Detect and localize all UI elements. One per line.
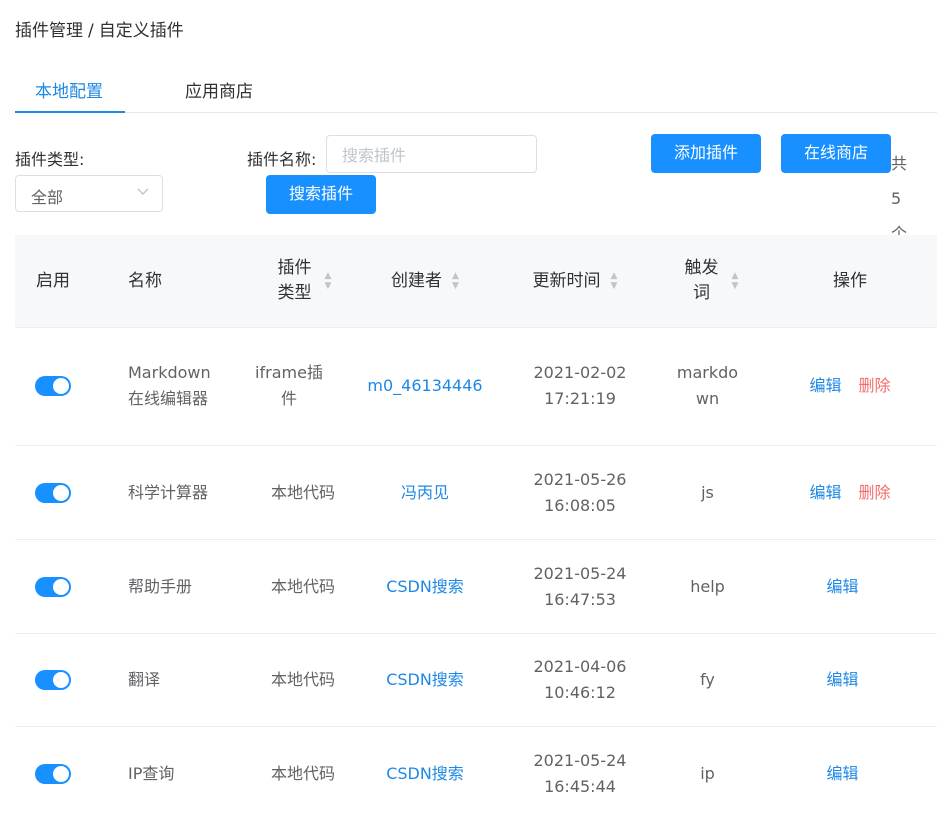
updated-time: 2021-04-06 10:46:12	[533, 657, 627, 702]
row-actions: 编辑	[775, 727, 910, 820]
sort-icon[interactable]: ▲ ▼	[611, 271, 618, 291]
row-actions: 编辑 删除	[775, 327, 925, 445]
table-row: 翻译 本地代码 CSDN搜索 2021-04-06 10:46:12 fy 编辑	[15, 634, 937, 727]
row-actions: 编辑 删除	[775, 446, 925, 539]
plugin-type: 本地代码	[270, 482, 335, 502]
plugin-search-input[interactable]	[340, 136, 524, 174]
plugin-type: 本地代码	[270, 763, 335, 783]
updated-time: 2021-05-24 16:47:53	[533, 563, 627, 609]
plugin-name: Markdown在线编辑器	[128, 363, 211, 408]
sort-icon[interactable]: ▲ ▼	[325, 271, 332, 291]
delete-button[interactable]: 删除	[859, 480, 891, 506]
enable-toggle[interactable]	[35, 576, 71, 597]
plugin-name: 帮助手册	[128, 576, 193, 596]
edit-button[interactable]: 编辑	[826, 667, 858, 693]
breadcrumb-current: 自定义插件	[98, 21, 184, 41]
plugin-name-field	[326, 135, 537, 174]
plugin-name: 科学计算器	[128, 482, 209, 502]
tab-divider	[15, 112, 937, 113]
updated-time: 2021-05-24 16:45:44	[533, 750, 627, 796]
header-trigger[interactable]: 触发词 ▲ ▼	[655, 235, 765, 327]
creator-link[interactable]: 冯丙见	[355, 446, 495, 539]
plugin-type-label: 插件类型:	[15, 150, 85, 169]
header-enabled: 启用	[36, 270, 70, 291]
plugin-name: 翻译	[128, 670, 161, 689]
trigger-word: markdown	[676, 363, 739, 408]
chevron-down-icon	[136, 184, 150, 202]
sort-icon[interactable]: ▲ ▼	[732, 271, 739, 291]
table-header: 启用 名称 插件类型 ▲ ▼ 创建者 ▲ ▼ 更新时间 ▲ ▼ 触发词 ▲ ▼ 操作	[15, 235, 937, 328]
tab-active-indicator	[15, 111, 125, 113]
creator-link[interactable]: CSDN搜索	[355, 727, 495, 820]
creator-link[interactable]: CSDN搜索	[355, 540, 495, 633]
updated-time: 2021-05-26 16:08:05	[533, 469, 627, 515]
table-row: 科学计算器 本地代码 冯丙见 2021-05-26 16:08:05 js 编辑 …	[15, 446, 937, 540]
trigger-word: fy	[700, 670, 715, 689]
plugin-type: iframe插件	[255, 363, 323, 408]
breadcrumb: 插件管理 / 自定义插件	[15, 16, 184, 41]
header-creator[interactable]: 创建者 ▲ ▼	[355, 235, 495, 327]
header-type[interactable]: 插件类型 ▲ ▼	[253, 235, 353, 327]
tab-local-config[interactable]: 本地配置	[35, 77, 103, 102]
tab-app-store[interactable]: 应用商店	[185, 77, 253, 102]
plugin-type: 本地代码	[270, 670, 335, 689]
edit-button[interactable]: 编辑	[826, 761, 858, 787]
row-actions: 编辑	[775, 634, 910, 726]
enable-toggle[interactable]	[35, 763, 71, 784]
online-store-button[interactable]: 在线商店	[781, 134, 891, 173]
header-updated[interactable]: 更新时间 ▲ ▼	[505, 235, 645, 327]
updated-time: 2021-02-02 17:21:19	[533, 363, 627, 408]
creator-link[interactable]: CSDN搜索	[355, 634, 495, 726]
enable-toggle[interactable]	[35, 670, 71, 690]
trigger-word: help	[690, 576, 725, 596]
header-name: 名称	[128, 270, 162, 291]
breadcrumb-separator: /	[88, 21, 94, 41]
plugin-type-value: 全部	[31, 188, 64, 207]
breadcrumb-parent[interactable]: 插件管理	[15, 21, 83, 41]
edit-button[interactable]: 编辑	[826, 574, 858, 600]
table-row: Markdown在线编辑器 iframe插件 m0_46134446 2021-…	[15, 327, 937, 446]
table-row: 帮助手册 本地代码 CSDN搜索 2021-05-24 16:47:53 help…	[15, 540, 937, 634]
row-actions: 编辑	[775, 540, 910, 633]
header-actions: 操作	[833, 270, 867, 291]
sort-icon[interactable]: ▲ ▼	[452, 271, 459, 291]
plugin-name-label: 插件名称:	[247, 150, 317, 169]
creator-link[interactable]: m0_46134446	[355, 327, 495, 445]
delete-button[interactable]: 删除	[859, 373, 891, 399]
plugin-name: IP查询	[128, 763, 175, 783]
edit-button[interactable]: 编辑	[809, 480, 841, 506]
trigger-word: ip	[700, 763, 715, 783]
add-plugin-button[interactable]: 添加插件	[651, 134, 761, 173]
enable-toggle[interactable]	[35, 376, 71, 396]
trigger-word: js	[701, 482, 714, 502]
plugin-type: 本地代码	[270, 576, 335, 596]
enable-toggle[interactable]	[35, 482, 71, 503]
plugin-type-select[interactable]: 全部	[15, 175, 163, 212]
search-plugin-button[interactable]: 搜索插件	[266, 175, 376, 214]
table-row: IP查询 本地代码 CSDN搜索 2021-05-24 16:45:44 ip 编…	[15, 727, 937, 820]
edit-button[interactable]: 编辑	[809, 373, 841, 399]
